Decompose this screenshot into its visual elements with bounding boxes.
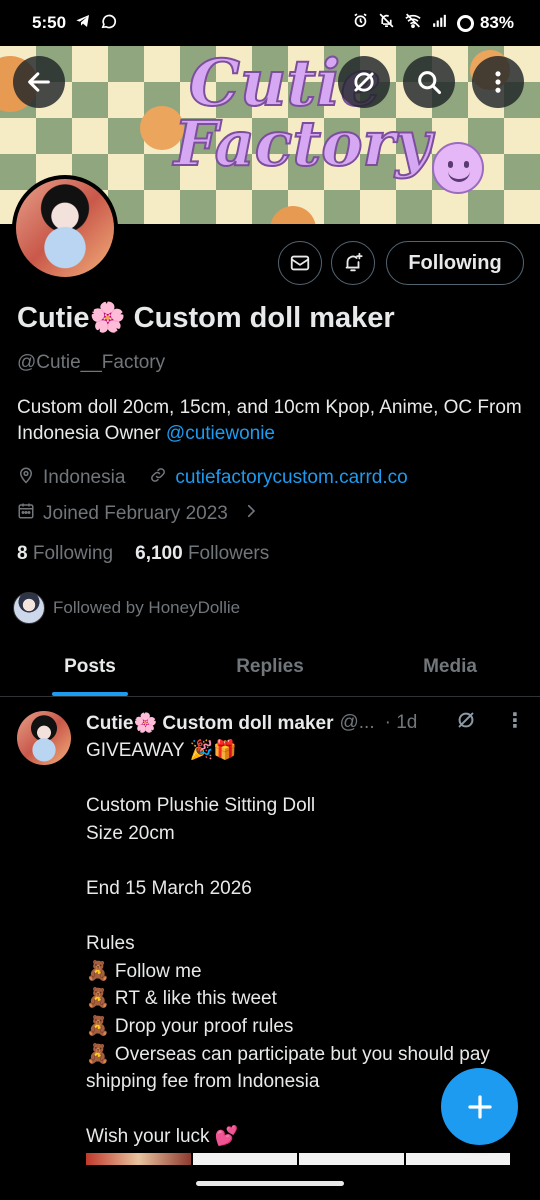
status-bar-left: 5:50: [32, 13, 117, 34]
plus-icon: [467, 1094, 492, 1119]
grok-button[interactable]: [338, 56, 390, 108]
message-button[interactable]: [278, 241, 322, 285]
media-thumb: [192, 1153, 297, 1165]
profile-meta-location-website: Indonesia cutiefactorycustom.carrd.co: [17, 466, 408, 490]
profile-avatar[interactable]: [12, 175, 118, 281]
media-thumb: [299, 1153, 404, 1165]
gesture-handle[interactable]: [196, 1181, 344, 1186]
follower-avatar: [13, 592, 45, 624]
followed-by-row[interactable]: Followed by HoneyDollie: [13, 592, 240, 624]
wifi-icon: [404, 12, 422, 34]
following-count: 8: [17, 543, 28, 564]
link-icon: [149, 466, 167, 490]
followed-by-text: Followed by HoneyDollie: [53, 598, 241, 617]
grok-icon: [354, 72, 374, 92]
profile-website-link[interactable]: cutiefactorycustom.carrd.co: [175, 467, 407, 489]
post-avatar[interactable]: [17, 711, 71, 765]
location-icon: [17, 466, 35, 490]
post-author-handle: @...: [339, 712, 375, 733]
post-media-preview[interactable]: [86, 1153, 510, 1165]
avatar-image: [16, 179, 114, 277]
followers-count: 6,100: [135, 543, 183, 564]
notifications-button[interactable]: [331, 241, 375, 285]
banner-dot: [270, 206, 316, 224]
profile-location: Indonesia: [43, 467, 126, 488]
chevron-right-icon: [242, 502, 260, 526]
compose-button[interactable]: [441, 1068, 518, 1145]
bio-mention-link[interactable]: @cutiewonie: [166, 423, 275, 444]
profile-display-name: Cutie🌸 Custom doll maker: [17, 302, 395, 334]
more-vertical-icon: [495, 71, 501, 93]
following-stat[interactable]: 8 Following: [17, 543, 113, 565]
whatsapp-icon: [100, 13, 117, 34]
following-button[interactable]: Following: [386, 241, 524, 285]
following-label: Following: [32, 543, 114, 564]
smiley-icon: [432, 142, 484, 194]
followers-stat[interactable]: 6,100 Followers: [135, 543, 269, 565]
profile-tabs: Posts Replies Media: [0, 640, 540, 697]
telegram-icon: [75, 13, 91, 33]
more-button[interactable]: [472, 56, 524, 108]
search-button[interactable]: [403, 56, 455, 108]
battery-percent: 83%: [479, 13, 514, 32]
profile-handle: @Cutie__Factory: [17, 352, 166, 373]
status-time: 5:50: [32, 13, 67, 32]
tab-media[interactable]: Media: [360, 640, 540, 696]
profile-bio: Custom doll 20cm, 15cm, and 10cm Kpop, A…: [17, 395, 532, 447]
post-more-icon[interactable]: ⋮: [505, 711, 525, 731]
battery-indicator: 83%: [456, 13, 514, 33]
search-icon: [418, 71, 442, 95]
back-arrow-icon: [28, 72, 50, 92]
post-author-name: Cutie🌸 Custom doll maker: [86, 713, 334, 734]
banner-title-line2: Factory: [173, 106, 432, 180]
tab-posts[interactable]: Posts: [0, 640, 180, 696]
signal-icon: [431, 12, 448, 34]
followers-label: Followers: [187, 543, 270, 564]
post-timestamp: · 1d: [384, 712, 418, 733]
bell-plus-icon: [345, 252, 363, 272]
mute-icon: [378, 12, 395, 34]
alarm-icon: [352, 12, 369, 34]
calendar-icon: [17, 502, 35, 526]
profile-joined-row[interactable]: Joined February 2023: [17, 502, 260, 526]
media-thumb: [405, 1153, 510, 1165]
status-bar: 5:50 83%: [0, 0, 540, 46]
grok-icon[interactable]: [455, 709, 477, 731]
tab-replies[interactable]: Replies: [180, 640, 360, 696]
back-button[interactable]: [13, 56, 65, 108]
follow-stats: 8 Following 6,100 Followers: [17, 543, 269, 565]
profile-joined-date: Joined February 2023: [43, 503, 228, 524]
media-thumb: [86, 1153, 191, 1165]
envelope-icon: [290, 255, 310, 271]
status-bar-right: 83%: [352, 12, 514, 34]
battery-icon: [456, 14, 474, 32]
